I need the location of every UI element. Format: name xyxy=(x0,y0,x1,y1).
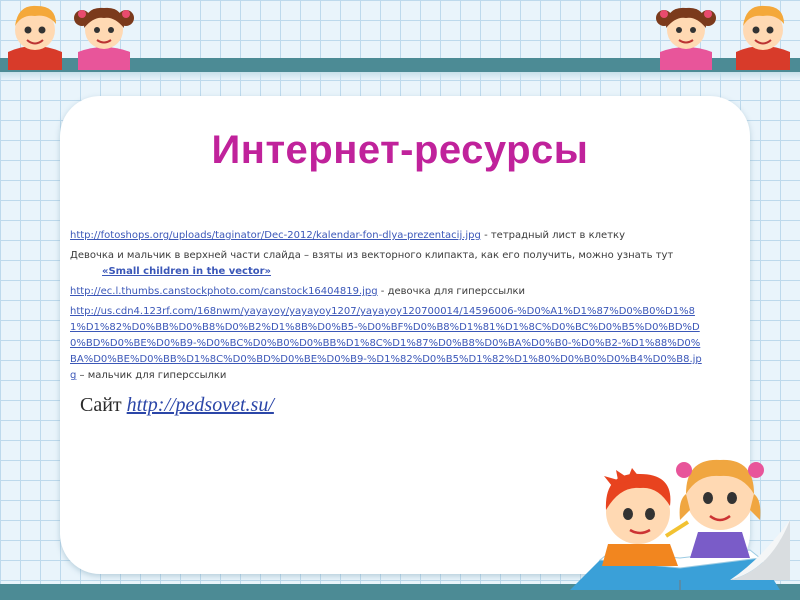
children-clipart-top-right-image xyxy=(656,5,790,70)
resource-description: Девочка и мальчик в верхней части слайда… xyxy=(70,250,674,261)
resource-list: http://fotoshops.org/uploads/taginator/D… xyxy=(70,228,702,388)
resource-item: Девочка и мальчик в верхней части слайда… xyxy=(70,248,702,280)
site-reference: Сайт http://pedsovet.su/ xyxy=(80,394,274,417)
resource-description: - тетрадный лист в клетку xyxy=(480,230,625,241)
resource-item: http://us.cdn4.123rf.com/168nwm/yayayoy/… xyxy=(70,304,702,384)
resource-description: - девочка для гиперссылки xyxy=(377,286,526,297)
resource-link[interactable]: http://fotoshops.org/uploads/taginator/D… xyxy=(70,230,481,241)
resource-item: http://ec.l.thumbs.canstockphoto.com/can… xyxy=(70,284,702,300)
site-link[interactable]: http://pedsovet.su/ xyxy=(127,394,274,416)
page-title: Интернет-ресурсы xyxy=(211,128,589,172)
children-clipart-top-left-image xyxy=(8,5,134,70)
small-children-vector-link[interactable]: «Small children in the vector» xyxy=(102,266,271,277)
page-curl-decoration xyxy=(730,520,790,580)
top-band-shadow xyxy=(0,72,800,80)
resource-link[interactable]: http://ec.l.thumbs.canstockphoto.com/can… xyxy=(70,286,378,297)
slide-background: Интернет-ресурсы http://fotoshops.org/up… xyxy=(0,0,800,600)
site-label: Сайт xyxy=(80,394,127,416)
resource-item: http://fotoshops.org/uploads/taginator/D… xyxy=(70,228,702,244)
resource-description: – мальчик для гиперссылки xyxy=(76,370,227,381)
